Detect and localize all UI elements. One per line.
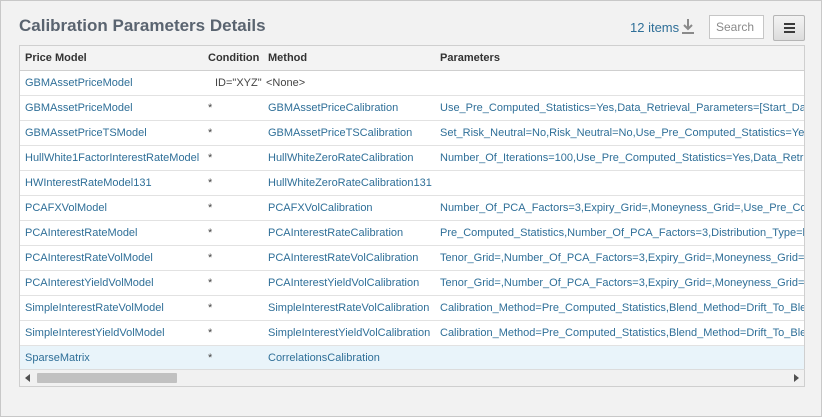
cell-price-model[interactable]: HWInterestRateModel131 <box>20 170 203 196</box>
cell-condition: * <box>203 220 263 246</box>
cell-price-model[interactable]: SparseMatrix <box>20 345 203 371</box>
cell-price-model[interactable]: SimpleInterestRateVolModel <box>20 295 203 321</box>
column-header-method[interactable]: Method <box>263 46 435 71</box>
table-row[interactable]: SimpleInterestRateVolModel * SimpleInteres… <box>20 295 804 321</box>
cell-parameters[interactable]: Number_Of_Iterations=100,Use_Pre_Compute… <box>435 145 804 171</box>
cell-method[interactable]: GBMAssetPriceTSCalibration <box>263 120 435 146</box>
calibration-parameters-panel: Calibration Parameters Details 12 items … <box>0 0 822 417</box>
table-row[interactable]: PCAFXVolModel * PCAFXVolCalibration Number_… <box>20 195 804 221</box>
cell-method[interactable]: GBMAssetPriceCalibration <box>263 95 435 121</box>
cell-parameters[interactable]: Use_Pre_Computed_Statistics=Yes,Data_Ret… <box>435 95 804 121</box>
column-header-condition[interactable]: Condition <box>203 46 263 71</box>
menu-button[interactable] <box>773 15 805 41</box>
items-count: 12 items <box>630 20 680 35</box>
cell-condition: ID="XYZ" <box>203 70 263 96</box>
table-row[interactable]: HWInterestRateModel131 * HullWhiteZeroRate… <box>20 170 804 196</box>
cell-condition: * <box>203 245 263 271</box>
cell-condition: * <box>203 95 263 121</box>
horizontal-scrollbar[interactable] <box>19 369 805 387</box>
cell-parameters[interactable]: Calibration_Method=Pre_Computed_Statisti… <box>435 320 804 346</box>
cell-method[interactable]: PCAInterestRateVolCalibration <box>263 245 435 271</box>
cell-price-model[interactable]: SimpleInterestYieldVolModel <box>20 320 203 346</box>
table-row[interactable]: GBMAssetPriceModel * GBMAssetPriceCalibrat… <box>20 95 804 121</box>
cell-condition: * <box>203 345 263 371</box>
cell-parameters[interactable]: Tenor_Grid=,Number_Of_PCA_Factors=3,Expi… <box>435 245 804 271</box>
cell-condition: * <box>203 195 263 221</box>
cell-method[interactable]: HullWhiteZeroRateCalibration131 <box>263 170 435 196</box>
table-row[interactable]: GBMAssetPriceModel ID="XYZ" <None> <box>20 70 804 96</box>
cell-method[interactable]: SimpleInterestRateVolCalibration <box>263 295 435 321</box>
cell-parameters[interactable]: Calibration_Method=Pre_Computed_Statisti… <box>435 295 804 321</box>
table-row[interactable]: PCAInterestRateModel * PCAInterestRateCali… <box>20 220 804 246</box>
cell-parameters[interactable] <box>435 345 804 371</box>
cell-method[interactable]: SimpleInterestYieldVolCalibration <box>263 320 435 346</box>
cell-condition: * <box>203 320 263 346</box>
cell-price-model[interactable]: PCAFXVolModel <box>20 195 203 221</box>
cell-method[interactable]: <None> <box>263 70 435 96</box>
table-row[interactable]: HullWhite1FactorInterestRateModel * HullWh… <box>20 145 804 171</box>
cell-price-model[interactable]: GBMAssetPriceTSModel <box>20 120 203 146</box>
cell-method[interactable]: CorrelationsCalibration <box>263 345 435 371</box>
cell-parameters[interactable] <box>435 170 804 196</box>
cell-parameters[interactable]: Number_Of_PCA_Factors=3,Expiry_Grid=,Mon… <box>435 195 804 221</box>
table-row[interactable]: GBMAssetPriceTSModel * GBMAssetPriceTSCali… <box>20 120 804 146</box>
cell-parameters[interactable] <box>435 70 804 96</box>
page-title: Calibration Parameters Details <box>19 16 266 35</box>
cell-price-model[interactable]: PCAInterestYieldVolModel <box>20 270 203 296</box>
cell-method[interactable]: PCAFXVolCalibration <box>263 195 435 221</box>
cell-method[interactable]: PCAInterestRateCalibration <box>263 220 435 246</box>
cell-condition: * <box>203 295 263 321</box>
column-header-parameters[interactable]: Parameters <box>435 46 804 71</box>
table-row[interactable]: SimpleInterestYieldVolModel * SimpleIntere… <box>20 320 804 346</box>
cell-price-model[interactable]: HullWhite1FactorInterestRateModel <box>20 145 203 171</box>
search-input[interactable] <box>709 15 764 39</box>
download-icon[interactable] <box>681 18 695 36</box>
cell-price-model[interactable]: PCAInterestRateVolModel <box>20 245 203 271</box>
hamburger-menu-icon <box>784 23 795 25</box>
scrollbar-thumb[interactable] <box>37 373 177 383</box>
arrow-right-icon[interactable] <box>794 374 799 382</box>
table-row[interactable]: SparseMatrix * CorrelationsCalibration <box>20 345 804 371</box>
cell-price-model[interactable]: GBMAssetPriceModel <box>20 95 203 121</box>
cell-method[interactable]: HullWhiteZeroRateCalibration <box>263 145 435 171</box>
arrow-left-icon[interactable] <box>25 374 30 382</box>
cell-method[interactable]: PCAInterestYieldVolCalibration <box>263 270 435 296</box>
cell-condition: * <box>203 270 263 296</box>
table-row[interactable]: PCAInterestYieldVolModel * PCAInterestYiel… <box>20 270 804 296</box>
cell-price-model[interactable]: PCAInterestRateModel <box>20 220 203 246</box>
cell-parameters[interactable]: Pre_Computed_Statistics,Number_Of_PCA_Fa… <box>435 220 804 246</box>
cell-parameters[interactable]: Tenor_Grid=,Number_Of_PCA_Factors=3,Expi… <box>435 270 804 296</box>
cell-condition: * <box>203 145 263 171</box>
table-header-row: Price Model Condition Method Parameters <box>20 46 804 71</box>
cell-price-model[interactable]: GBMAssetPriceModel <box>20 70 203 96</box>
cell-parameters[interactable]: Set_Risk_Neutral=No,Risk_Neutral=No,Use_… <box>435 120 804 146</box>
cell-condition: * <box>203 170 263 196</box>
calibration-table: Price Model Condition Method Parameters … <box>19 45 805 387</box>
column-header-price-model[interactable]: Price Model <box>20 46 203 71</box>
table-row[interactable]: PCAInterestRateVolModel * PCAInterestRateV… <box>20 245 804 271</box>
cell-condition: * <box>203 120 263 146</box>
